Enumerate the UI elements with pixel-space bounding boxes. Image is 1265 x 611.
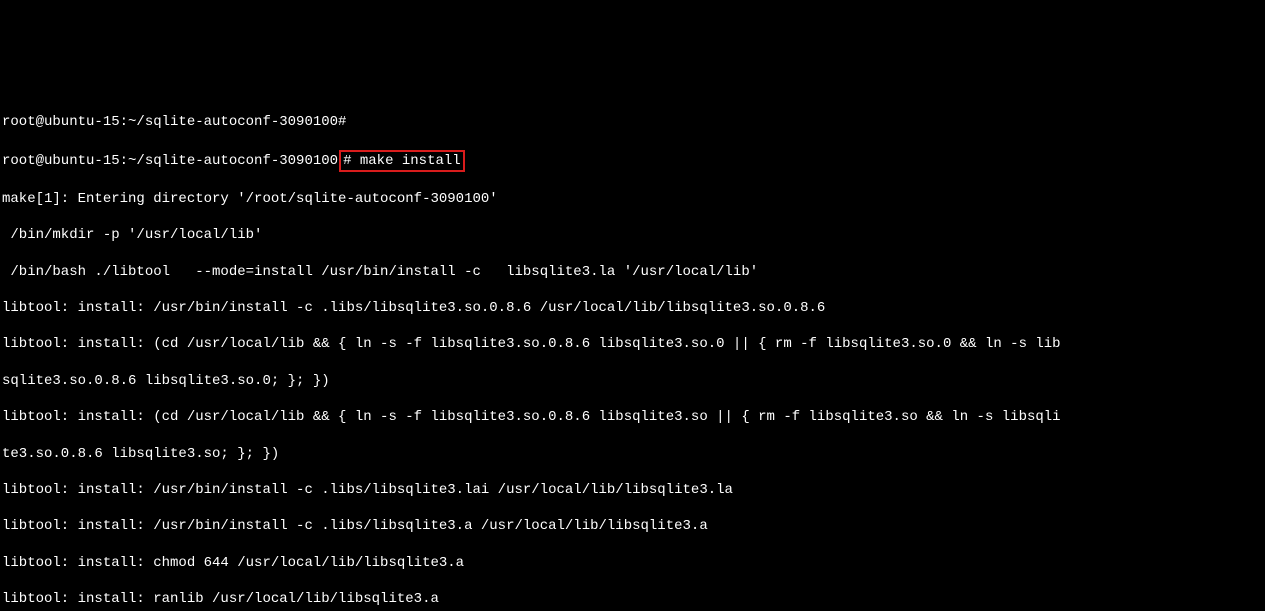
- terminal-line: /bin/mkdir -p '/usr/local/lib': [2, 226, 1265, 244]
- terminal-line: te3.so.0.8.6 libsqlite3.so; }; }): [2, 445, 1265, 463]
- terminal-line: /bin/bash ./libtool --mode=install /usr/…: [2, 263, 1265, 281]
- terminal-output[interactable]: root@ubuntu-15:~/sqlite-autoconf-3090100…: [0, 91, 1265, 611]
- terminal-line: make[1]: Entering directory '/root/sqlit…: [2, 190, 1265, 208]
- terminal-line: libtool: install: chmod 644 /usr/local/l…: [2, 554, 1265, 572]
- command-highlight: # make install: [339, 150, 465, 172]
- terminal-line: sqlite3.so.0.8.6 libsqlite3.so.0; }; }): [2, 372, 1265, 390]
- terminal-line: root@ubuntu-15:~/sqlite-autoconf-3090100…: [2, 113, 1265, 131]
- terminal-line: libtool: install: (cd /usr/local/lib && …: [2, 335, 1265, 353]
- terminal-line: root@ubuntu-15:~/sqlite-autoconf-3090100…: [2, 150, 1265, 172]
- terminal-line: libtool: install: /usr/bin/install -c .l…: [2, 299, 1265, 317]
- terminal-line: libtool: install: (cd /usr/local/lib && …: [2, 408, 1265, 426]
- terminal-line: libtool: install: /usr/bin/install -c .l…: [2, 517, 1265, 535]
- prompt-text: root@ubuntu-15:~/sqlite-autoconf-3090100: [2, 153, 338, 169]
- terminal-line: libtool: install: /usr/bin/install -c .l…: [2, 481, 1265, 499]
